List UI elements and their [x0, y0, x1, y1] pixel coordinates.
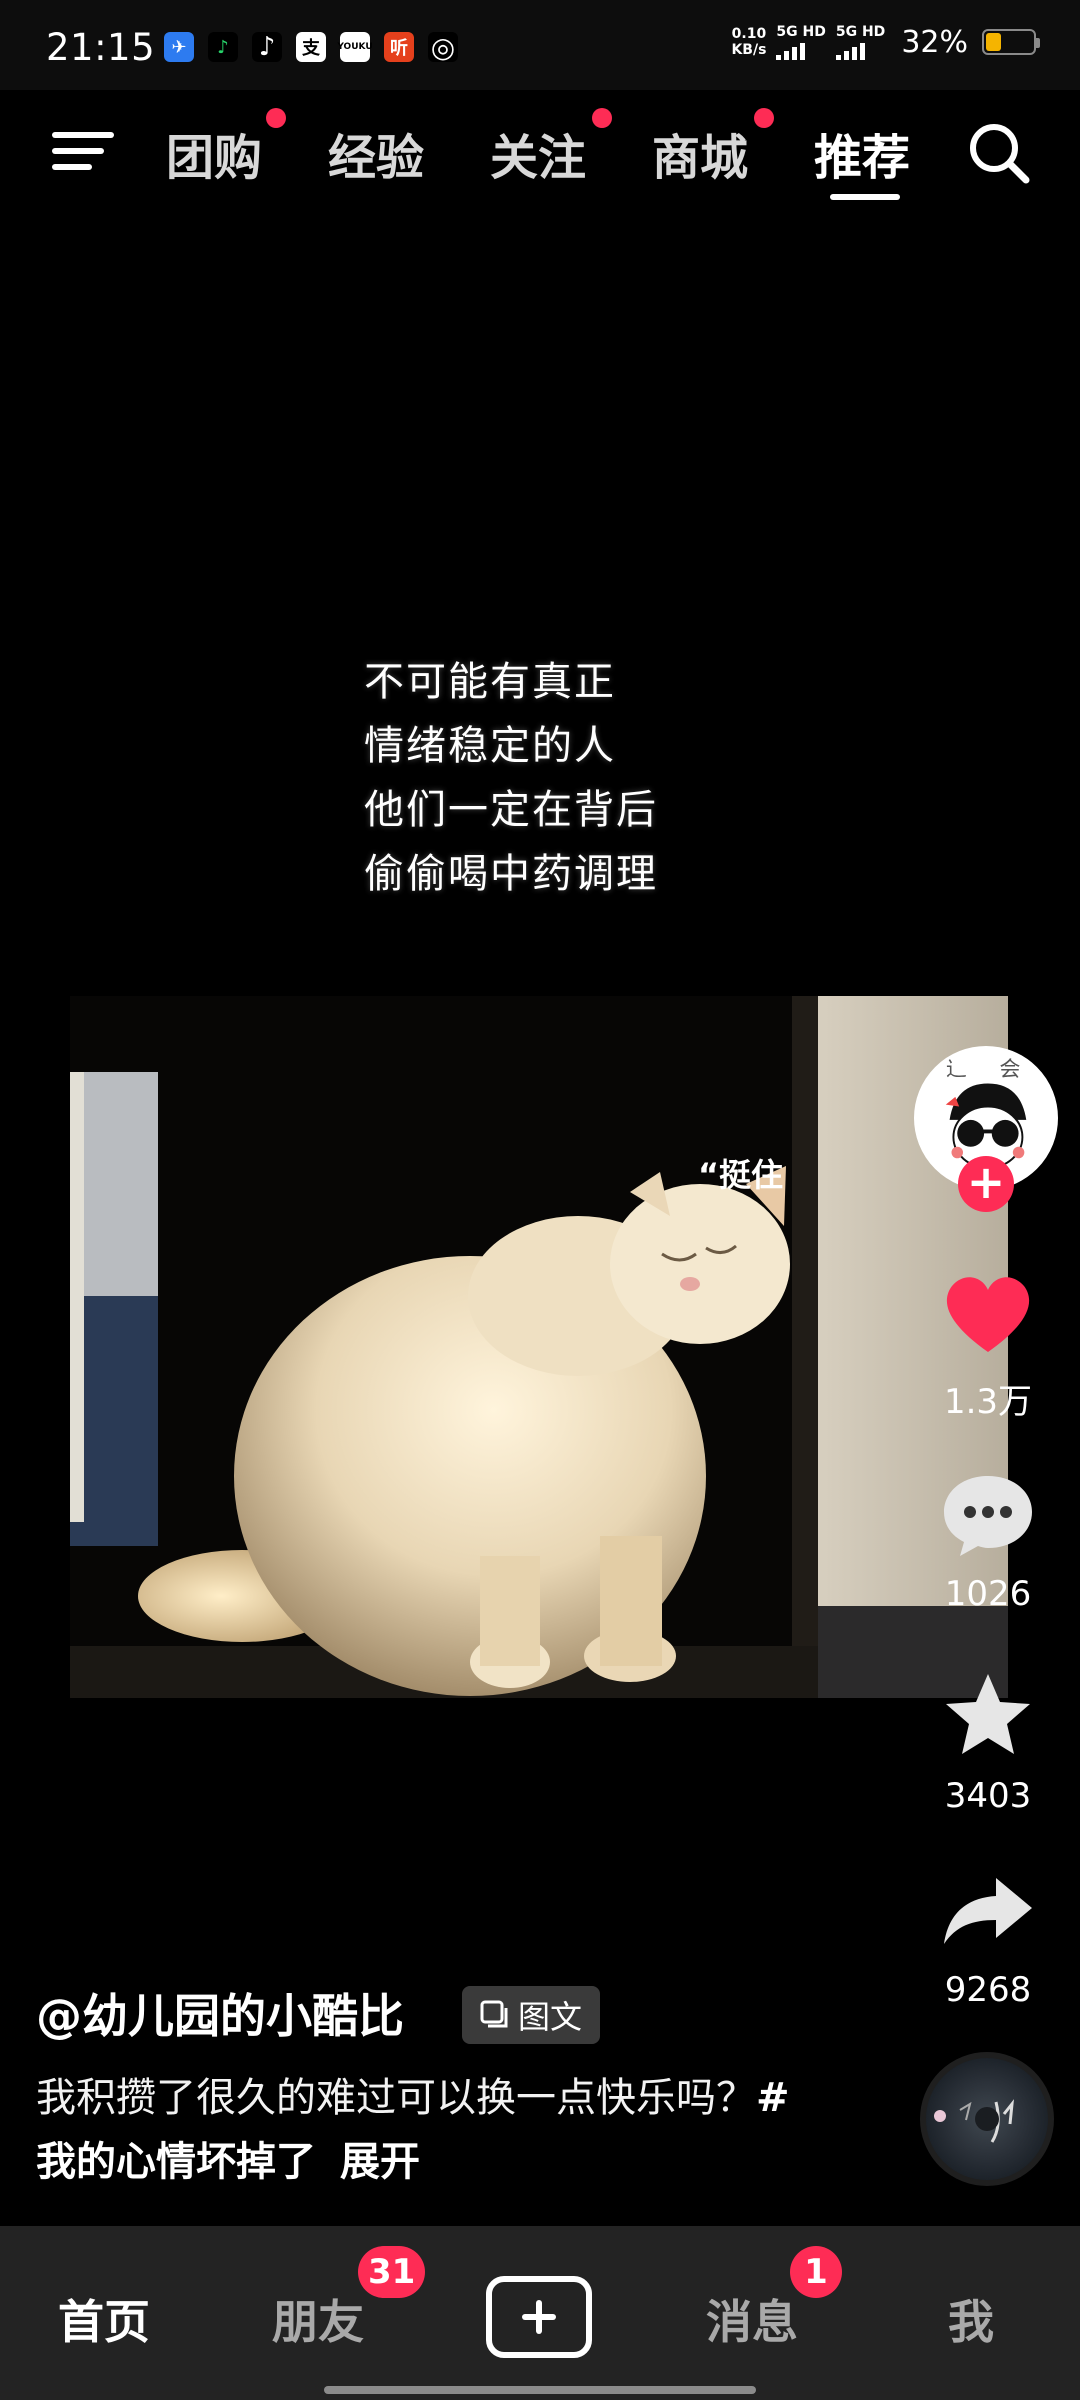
- comment-action[interactable]: 1026: [920, 1464, 1056, 1614]
- mood-text-line: 他们一定在背后: [364, 787, 658, 833]
- battery-icon: [982, 29, 1040, 55]
- mood-text-line: 偷偷喝中药调理: [364, 851, 658, 897]
- tab-following-dot: [592, 108, 612, 128]
- favorite-action[interactable]: 3403: [920, 1666, 1056, 1816]
- image-text-badge: 图文: [462, 1986, 601, 2044]
- favorite-count: 3403: [944, 1776, 1032, 1816]
- comment-count: 1026: [944, 1574, 1032, 1614]
- share-icon[interactable]: [938, 1860, 1038, 1960]
- svg-text:辶: 辶: [946, 1056, 967, 1081]
- post-description[interactable]: 我积攒了很久的难过可以换一点快乐吗？#我的心情坏掉了 展开: [36, 2066, 816, 2194]
- nav-me[interactable]: 我: [948, 2286, 994, 2352]
- network-speed: 0.10 KB/s: [731, 26, 766, 58]
- tab-mall-dot: [754, 108, 774, 128]
- create-button[interactable]: [486, 2276, 592, 2358]
- top-nav: 团购 经验 关注 商城 推荐: [0, 100, 1080, 210]
- active-tab-underline: [830, 194, 900, 200]
- image-text-label: 图文: [518, 1998, 583, 2036]
- tab-experience[interactable]: 经验: [328, 118, 424, 188]
- ting-app-icon: 听: [384, 32, 414, 62]
- share-count: 9268: [944, 1970, 1032, 2010]
- image-text-icon: [480, 2000, 508, 2028]
- green-app-icon: ♪: [208, 32, 238, 62]
- tiktok-icon: ♪: [252, 32, 282, 62]
- heart-icon[interactable]: [938, 1264, 1038, 1364]
- photo-caption-text: 挺住: [719, 1156, 784, 1194]
- message-app-icon: ✈: [164, 32, 194, 62]
- status-time: 21:15: [46, 26, 156, 69]
- signal-bars-icon: [835, 42, 865, 60]
- description-text: 我积攒了很久的难过可以换一点快乐吗？: [36, 2075, 756, 2121]
- status-indicators: 0.10 KB/s 5G HD 5G HD 32%: [731, 24, 1040, 60]
- nav-messages[interactable]: 消息: [706, 2286, 798, 2352]
- status-app-icons: ✈ ♪ ♪ 支 YOUKU 听 ◎: [164, 31, 458, 64]
- nav-home[interactable]: 首页: [58, 2286, 150, 2352]
- cat-photo-image: [70, 996, 1008, 1698]
- youku-icon: YOUKU: [337, 32, 373, 62]
- tab-recommend[interactable]: 推荐: [814, 118, 910, 188]
- mood-text-line: 不可能有真正: [364, 659, 616, 705]
- messages-badge: 1: [790, 2246, 842, 2298]
- like-action[interactable]: 1.3万: [920, 1264, 1056, 1423]
- share-action[interactable]: 9268: [920, 1860, 1056, 2010]
- mood-text: 不可能有真正 情绪稳定的人 他们一定在背后 偷偷喝中药调理: [364, 650, 658, 906]
- friends-badge: 31: [358, 2246, 426, 2298]
- cat-photo[interactable]: [70, 996, 1008, 1698]
- signal-2: 5G HD: [835, 24, 886, 60]
- netease-music-icon: ◎: [428, 31, 458, 64]
- status-bar: 21:15 ✈ ♪ ♪ 支 YOUKU 听 ◎ 0.10 KB/s 5G HD …: [0, 0, 1080, 90]
- signal-1-label: 5G HD: [776, 24, 826, 40]
- network-speed-unit: KB/s: [731, 42, 767, 58]
- comment-icon[interactable]: [938, 1464, 1038, 1564]
- menu-icon[interactable]: [52, 126, 114, 174]
- quote-mark: “: [698, 1156, 720, 1194]
- mood-text-line: 情绪稳定的人: [364, 723, 616, 769]
- music-disc-art: [934, 2099, 1014, 2143]
- star-icon[interactable]: [938, 1666, 1038, 1766]
- tab-mall[interactable]: 商城: [652, 118, 748, 188]
- tab-group-buy-dot: [266, 108, 286, 128]
- like-count: 1.3万: [943, 1382, 1033, 1422]
- search-icon[interactable]: [966, 120, 1032, 186]
- follow-button[interactable]: +: [958, 1156, 1014, 1212]
- signal-1: 5G HD: [776, 24, 826, 60]
- home-indicator: [324, 2386, 756, 2394]
- alipay-icon: 支: [296, 32, 326, 62]
- bottom-nav: 首页 朋友 31 消息 1 我: [0, 2226, 1080, 2400]
- photo-caption: “挺住: [698, 1150, 783, 1196]
- network-speed-value: 0.10: [731, 26, 767, 42]
- music-disc[interactable]: [920, 2052, 1054, 2186]
- signal-bars-icon: [776, 42, 806, 60]
- battery-percent: 32%: [901, 24, 968, 60]
- svg-text:会: 会: [999, 1056, 1020, 1081]
- battery-fill: [986, 33, 1001, 51]
- nav-friends[interactable]: 朋友: [272, 2286, 364, 2352]
- tab-group-buy[interactable]: 团购: [166, 118, 262, 188]
- signal-2-label: 5G HD: [835, 24, 886, 40]
- tab-following[interactable]: 关注: [490, 118, 586, 188]
- author-name[interactable]: @幼儿园的小酷比: [36, 1980, 404, 2046]
- expand-button[interactable]: 展开: [340, 2139, 420, 2185]
